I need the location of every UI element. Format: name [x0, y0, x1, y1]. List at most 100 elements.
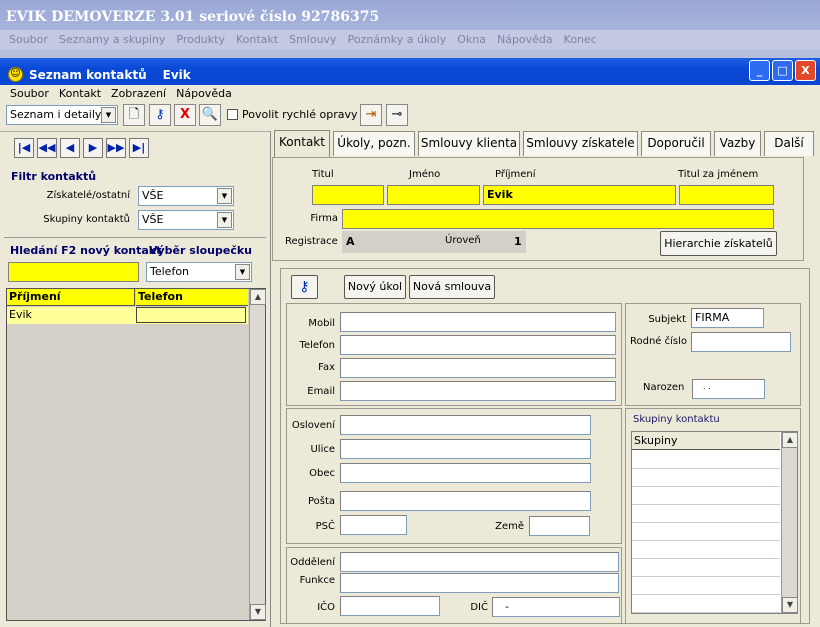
registrace-value: A [346, 235, 355, 248]
titul-field[interactable] [312, 185, 384, 205]
psc-label: PSČ [315, 521, 335, 532]
narozen-label: Narozen [643, 382, 685, 393]
hierarchie-button[interactable]: Hierarchie získatelů [660, 231, 777, 256]
list-header-telefon[interactable]: Telefon [136, 289, 248, 306]
window-title: Seznam kontaktů [29, 67, 147, 82]
tab-dalsi[interactable]: Další [764, 131, 814, 156]
view-select[interactable]: Seznam i detaily ▼ [6, 105, 118, 125]
scroll-up-icon[interactable]: ▲ [250, 289, 266, 305]
main-menu-poznamky[interactable]: Poznámky a úkoly [348, 33, 447, 50]
posta-field[interactable] [340, 491, 591, 511]
menu-soubor[interactable]: Soubor [10, 87, 49, 102]
column-select[interactable]: Telefon ▼ [146, 262, 252, 282]
scroll-down-icon[interactable]: ▼ [782, 597, 798, 613]
telefon-field[interactable] [340, 335, 616, 355]
scroll-down-icon[interactable]: ▼ [250, 604, 266, 620]
tab-smlouvy-klienta[interactable]: Smlouvy klienta [418, 131, 520, 156]
list-header-prijmeni[interactable]: Příjmení [7, 289, 135, 306]
column-heading: Výběr sloupečku [149, 244, 252, 257]
narozen-field[interactable]: . . [692, 379, 765, 399]
firma-field[interactable] [342, 209, 774, 229]
list-scrollbar[interactable]: ▲ ▼ [249, 289, 266, 620]
nav-prev-button[interactable]: ◀ [60, 138, 80, 158]
nav-first-button[interactable]: |◀ [14, 138, 34, 158]
quick-edit-checkbox[interactable] [227, 109, 238, 120]
delete-icon[interactable]: X [174, 104, 196, 126]
close-button[interactable]: X [795, 60, 816, 81]
main-menu-napoveda[interactable]: Nápověda [497, 33, 553, 50]
main-menu-soubor[interactable]: Soubor [9, 33, 48, 50]
nav-last-button[interactable]: ▶| [129, 138, 149, 158]
main-menu-konec[interactable]: Konec [564, 33, 597, 50]
tab-smlouvy-ziskatele[interactable]: Smlouvy získatele [523, 131, 638, 156]
menu-zobrazeni[interactable]: Zobrazení [111, 87, 166, 102]
new-task-button[interactable]: Nový úkol [344, 275, 406, 299]
menu-napoveda[interactable]: Nápověda [176, 87, 232, 102]
tab-vazby[interactable]: Vazby [714, 131, 761, 156]
mobil-field[interactable] [340, 312, 616, 332]
window-title-bar[interactable]: ☺ Seznam kontaktů Evik [0, 58, 820, 85]
chevron-down-icon: ▼ [235, 264, 250, 280]
ulice-field[interactable] [340, 439, 591, 459]
firma-label: Firma [310, 213, 338, 224]
list-cell-prijmeni: Evik [9, 308, 32, 321]
main-menu-produkty[interactable]: Produkty [176, 33, 225, 50]
groups-column-header[interactable]: Skupiny [632, 432, 780, 450]
oddeleni-field[interactable] [340, 552, 619, 572]
groups-filter-select[interactable]: VŠE ▼ [138, 210, 234, 230]
tab-doporucil[interactable]: Doporučil [641, 131, 711, 156]
main-menu-kontakt[interactable]: Kontakt [236, 33, 278, 50]
rodne-cislo-field[interactable] [691, 332, 791, 352]
search-input[interactable] [8, 262, 139, 282]
groups-list[interactable]: Skupiny ▲ ▼ [631, 431, 798, 614]
tab-ukoly[interactable]: Úkoly, pozn. [333, 131, 415, 156]
funkce-field[interactable] [340, 573, 619, 593]
prijmeni-field[interactable]: Evik [483, 185, 676, 205]
left-divider [0, 131, 270, 132]
new-document-icon[interactable]: 🗋 [123, 104, 145, 126]
dic-field[interactable]: - [492, 597, 620, 617]
pin-icon[interactable]: ⊸ [386, 104, 408, 126]
menu-kontakt[interactable]: Kontakt [59, 87, 101, 102]
contact-list: Příjmení Telefon Evik ▲ ▼ [6, 288, 266, 621]
funkce-label: Funkce [299, 575, 335, 586]
key-icon[interactable]: ⚷ [291, 275, 318, 299]
oddeleni-label: Oddělení [290, 557, 335, 568]
workspace-strip [0, 50, 820, 58]
psc-field[interactable] [340, 515, 407, 535]
prijmeni-label: Příjmení [495, 169, 536, 180]
acquirers-value: VŠE [142, 189, 164, 202]
email-field[interactable] [340, 381, 616, 401]
osloveni-field[interactable] [340, 415, 591, 435]
fax-field[interactable] [340, 358, 616, 378]
titul-za-field[interactable] [679, 185, 774, 205]
scroll-up-icon[interactable]: ▲ [782, 432, 798, 448]
nav-prev-page-button[interactable]: ◀◀ [37, 138, 57, 158]
tab-kontakt[interactable]: Kontakt [274, 130, 330, 157]
view-select-value: Seznam i detaily [10, 108, 102, 121]
new-contract-button[interactable]: Nová smlouva [409, 275, 495, 299]
main-menu-bar: Soubor Seznamy a skupiny Produkty Kontak… [0, 30, 820, 50]
acquirers-select[interactable]: VŠE ▼ [138, 186, 234, 206]
list-cell-telefon [136, 307, 246, 323]
main-menu-seznamy[interactable]: Seznamy a skupiny [59, 33, 165, 50]
filter-heading: Filtr kontaktů [11, 170, 97, 183]
export-icon[interactable]: ⇥ [360, 104, 382, 126]
zeme-field[interactable] [529, 516, 590, 536]
key-icon[interactable]: ⚷ [149, 104, 171, 126]
jmeno-field[interactable] [387, 185, 480, 205]
nav-next-page-button[interactable]: ▶▶ [106, 138, 126, 158]
main-menu-okna[interactable]: Okna [457, 33, 486, 50]
ico-field[interactable] [340, 596, 440, 616]
pane-divider [270, 131, 271, 627]
minimize-button[interactable]: _ [749, 60, 770, 81]
subjekt-field[interactable]: FIRMA [691, 308, 764, 328]
obec-field[interactable] [340, 463, 591, 483]
main-menu-smlouvy[interactable]: Smlouvy [289, 33, 336, 50]
maximize-button[interactable]: □ [772, 60, 793, 81]
groups-scrollbar[interactable]: ▲ ▼ [781, 432, 798, 613]
list-item[interactable]: Evik [7, 307, 248, 324]
nav-next-button[interactable]: ▶ [83, 138, 103, 158]
search-heading: Hledání F2 nový kontakt [10, 244, 162, 257]
search-icon[interactable]: 🔍 [199, 104, 221, 126]
